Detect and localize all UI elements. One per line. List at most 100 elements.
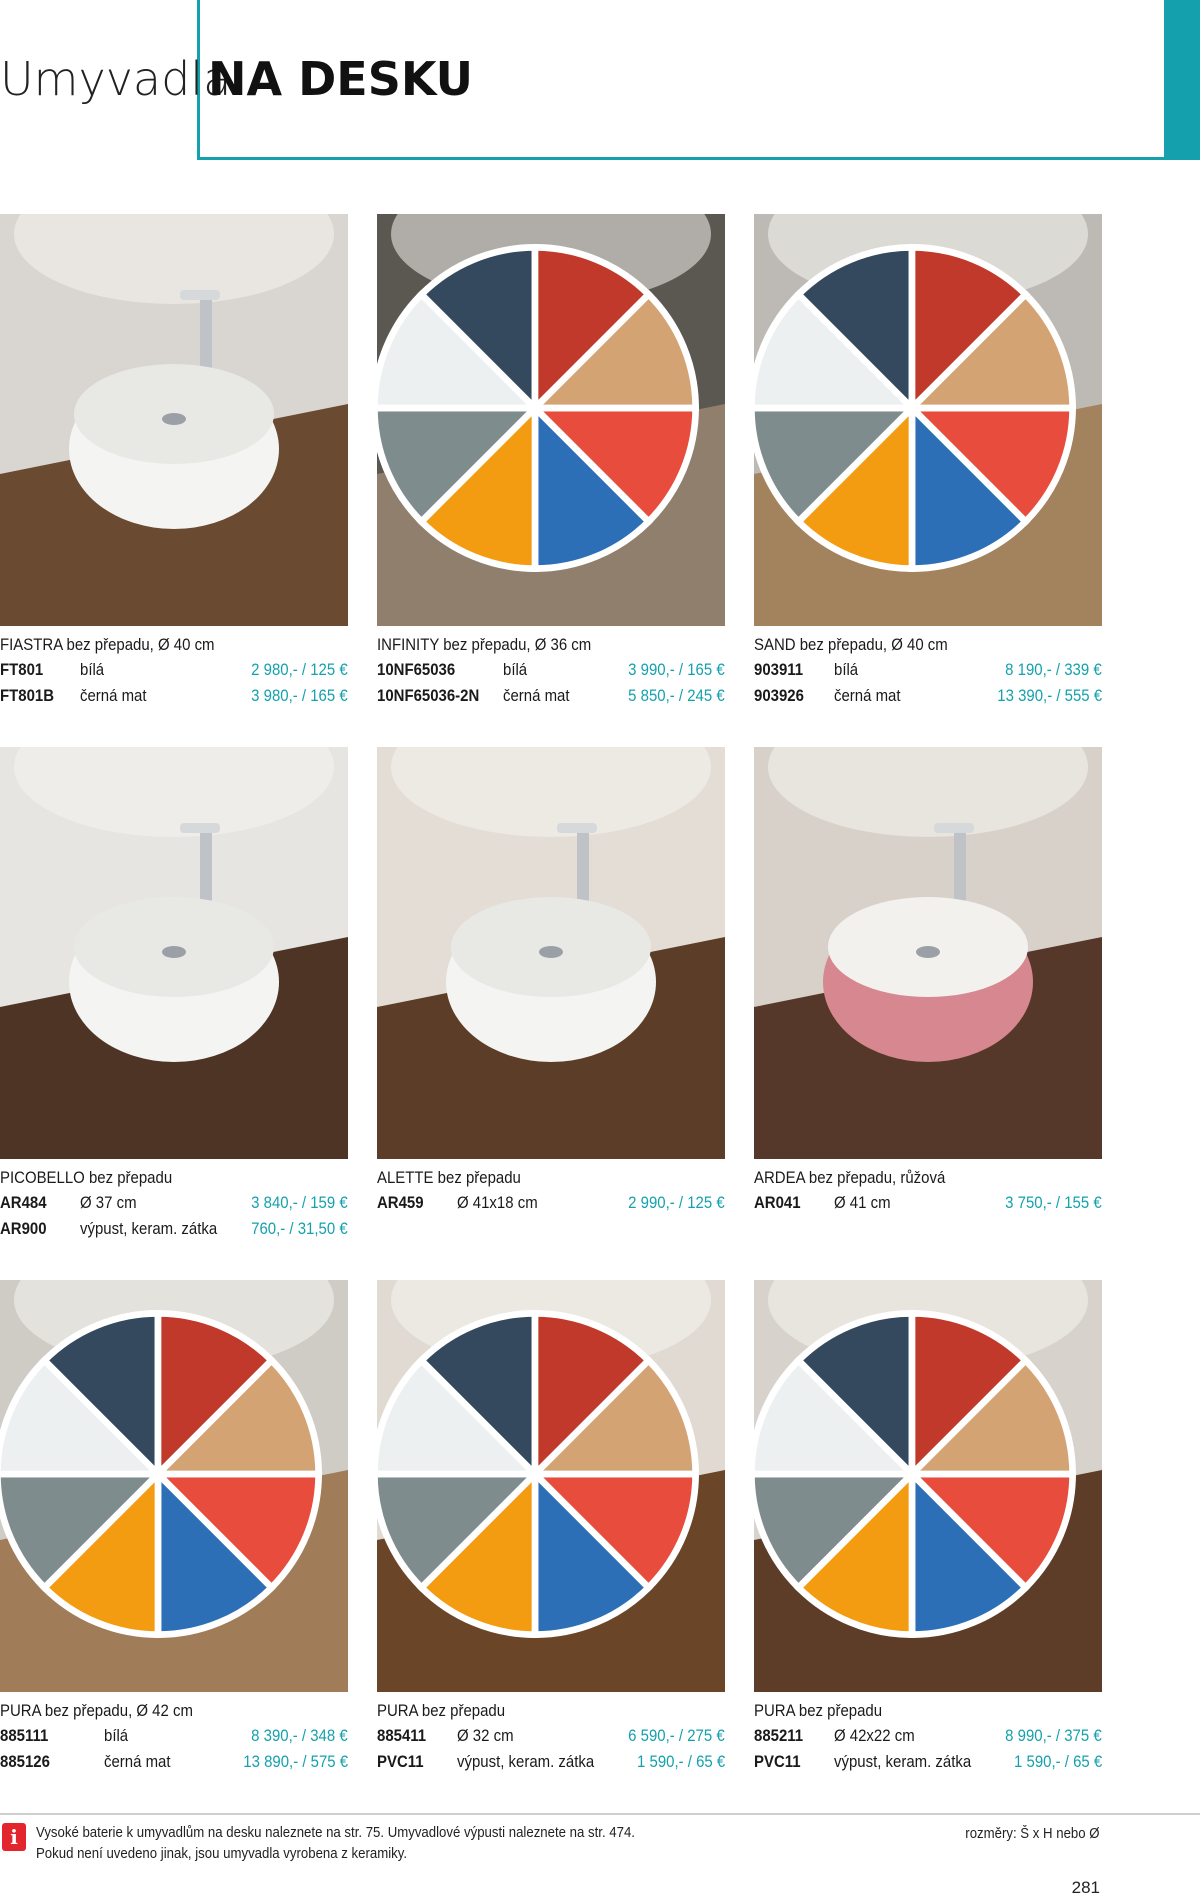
product-name: PURA bez přepadu [754,1701,883,1720]
product-variant-row: AR041 Ø 41 cm 3 750,- / 155 € [754,1190,1102,1216]
footer-note-1: Vysoké baterie k umyvadlům na desku nale… [36,1824,635,1841]
product-name: PURA bez přepadu [377,1701,506,1720]
footer-divider [0,1813,1200,1815]
product-variant-row: FT801 bílá 2 980,- / 125 € [0,657,348,683]
product-price: 8 990,- / 375 € [1005,1726,1102,1745]
product-name: ALETTE bez přepadu [377,1168,521,1187]
product-variant-row: 885126 černá mat 13 890,- / 575 € [0,1749,348,1775]
color-wheel-icon [377,1310,699,1638]
product-code: 903926 [754,686,804,705]
product-variant-row: AR900 výpust, keram. zátka 760,- / 31,50 € [0,1216,348,1242]
color-wheel-icon [377,244,699,572]
product-info: SAND bez přepadu, Ø 40 cm 903911 bílá 8 190… [754,632,1102,709]
product-variant: výpust, keram. zátka [457,1752,595,1771]
product-price: 3 840,- / 159 € [251,1193,348,1212]
product-variant: Ø 42x22 cm [834,1726,915,1745]
product-photo [0,1280,348,1692]
product-name: PICOBELLO bez přepadu [0,1168,173,1187]
product-name: PURA bez přepadu, Ø 42 cm [0,1701,193,1720]
product-variant-row: 885111 bílá 8 390,- / 348 € [0,1723,348,1749]
product-price: 2 980,- / 125 € [251,660,348,679]
product-price: 1 590,- / 65 € [1013,1752,1102,1771]
footer-note-2: Pokud není uvedeno jinak, jsou umyvadla … [36,1845,408,1862]
product-variant-row: PVC11 výpust, keram. zátka 1 590,- / 65 € [377,1749,725,1775]
page-title-light: Umyvadla [0,52,232,106]
product-price: 8 390,- / 348 € [251,1726,348,1745]
product-price: 5 850,- / 245 € [628,686,725,705]
product-photo [377,214,725,626]
page-number: 281 [1071,1878,1100,1897]
product-price: 760,- / 31,50 € [251,1219,348,1238]
product-info: FIASTRA bez přepadu, Ø 40 cm FT801 bílá 2 9… [0,632,348,709]
product-code: PVC11 [754,1752,801,1771]
product-variant-row: 885411 Ø 32 cm 6 590,- / 275 € [377,1723,725,1749]
product-info: PURA bez přepadu 885211 Ø 42x22 cm 8 990,- … [754,1698,1102,1775]
product-variant: černá mat [834,686,901,705]
product-variant: Ø 41 cm [834,1193,891,1212]
product-variant-row: 885211 Ø 42x22 cm 8 990,- / 375 € [754,1723,1102,1749]
product-code: 885111 [0,1726,49,1745]
product-code: AR484 [0,1193,47,1212]
product-info: INFINITY bez přepadu, Ø 36 cm 10NF65036 bí… [377,632,725,709]
product-code: 903911 [754,660,804,679]
product-code: 885211 [754,1726,804,1745]
product-variant-row: 903911 bílá 8 190,- / 339 € [754,657,1102,683]
product-info: PICOBELLO bez přepadu AR484 Ø 37 cm 3 840,-… [0,1165,348,1242]
product-name: FIASTRA bez přepadu, Ø 40 cm [0,635,215,654]
product-code: FT801 [0,660,44,679]
product-variant: bílá [80,660,105,679]
product-name: SAND bez přepadu, Ø 40 cm [754,635,948,654]
product-price: 6 590,- / 275 € [628,1726,725,1745]
product-photo [0,214,348,626]
product-info: PURA bez přepadu, Ø 42 cm 885111 bílá 8 390… [0,1698,348,1775]
product-name: INFINITY bez přepadu, Ø 36 cm [377,635,592,654]
product-variant: černá mat [104,1752,171,1771]
product-variant: bílá [503,660,528,679]
product-price: 2 990,- / 125 € [628,1193,725,1212]
product-info: PURA bez přepadu 885411 Ø 32 cm 6 590,- / 2… [377,1698,725,1775]
product-name: ARDEA bez přepadu, růžová [754,1168,946,1187]
product-price: 8 190,- / 339 € [1005,660,1102,679]
product-info: ALETTE bez přepadu AR459 Ø 41x18 cm 2 990,-… [377,1165,725,1216]
product-variant: Ø 32 cm [457,1726,514,1745]
product-variant-row: AR484 Ø 37 cm 3 840,- / 159 € [0,1190,348,1216]
product-price: 13 390,- / 555 € [997,686,1102,705]
product-variant-row: 10NF65036-2N černá mat 5 850,- / 245 € [377,683,725,709]
product-price: 3 990,- / 165 € [628,660,725,679]
dimensions-legend: rozměry: Š x H nebo Ø [965,1825,1100,1842]
color-wheel-icon [754,244,1076,572]
product-photo [377,1280,725,1692]
product-info: ARDEA bez přepadu, růžová AR041 Ø 41 cm 3 7… [754,1165,1102,1216]
product-variant-row: 903926 černá mat 13 390,- / 555 € [754,683,1102,709]
product-variant: bílá [834,660,859,679]
info-icon: i [2,1823,26,1851]
product-code: FT801B [0,686,55,705]
product-variant-row: FT801B černá mat 3 980,- / 165 € [0,683,348,709]
product-code: 885126 [0,1752,50,1771]
product-photo [0,747,348,1159]
product-variant: Ø 41x18 cm [457,1193,538,1212]
product-variant-row: PVC11 výpust, keram. zátka 1 590,- / 65 € [754,1749,1102,1775]
product-price: 13 890,- / 575 € [243,1752,348,1771]
color-wheel-icon [0,1310,322,1638]
header-accent-bar [1167,0,1200,160]
product-code: AR041 [754,1193,801,1212]
page-title-bold: NA DESKU [208,52,474,106]
product-photo [754,1280,1102,1692]
product-variant: bílá [104,1726,129,1745]
product-code: 10NF65036 [377,660,456,679]
product-price: 1 590,- / 65 € [636,1752,725,1771]
product-code: PVC11 [377,1752,424,1771]
color-wheel-icon [754,1310,1076,1638]
product-photo [754,747,1102,1159]
product-code: AR900 [0,1219,47,1238]
product-code: AR459 [377,1193,424,1212]
product-variant: černá mat [503,686,570,705]
product-variant: výpust, keram. zátka [80,1219,218,1238]
product-photo [377,747,725,1159]
product-photo [754,214,1102,626]
product-variant: černá mat [80,686,147,705]
product-variant-row: AR459 Ø 41x18 cm 2 990,- / 125 € [377,1190,725,1216]
product-price: 3 750,- / 155 € [1005,1193,1102,1212]
product-code: 885411 [377,1726,427,1745]
